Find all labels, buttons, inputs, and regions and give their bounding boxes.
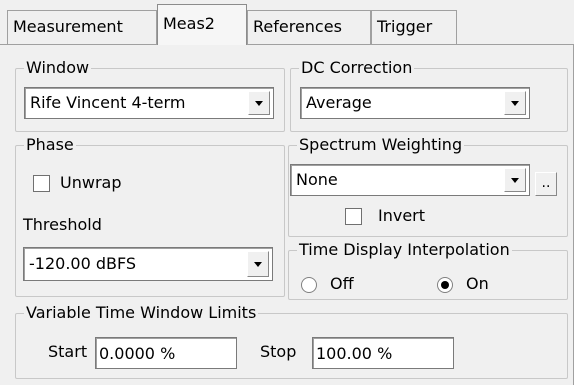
chevron-down-icon	[254, 262, 262, 267]
tab-references[interactable]: References	[247, 10, 371, 44]
start-input[interactable]	[95, 337, 237, 369]
stop-label: Stop	[260, 342, 297, 361]
spectrum-weighting-dropdown-button[interactable]	[504, 168, 526, 192]
threshold-label: Threshold	[23, 215, 102, 234]
tab-trigger[interactable]: Trigger	[371, 10, 457, 44]
unwrap-checkbox[interactable]	[33, 175, 50, 192]
spectrum-weighting-value: None	[296, 170, 338, 189]
unwrap-label: Unwrap	[60, 173, 122, 192]
window-legend: Window	[24, 58, 92, 78]
window-select-value: Rife Vincent 4-term	[30, 93, 186, 112]
dc-correction-value: Average	[306, 93, 372, 112]
window-select[interactable]: Rife Vincent 4-term	[24, 87, 274, 119]
tab-strip-baseline	[0, 44, 574, 45]
variable-time-window-limits-legend: Variable Time Window Limits	[24, 303, 259, 323]
threshold-value: -120.00 dBFS	[29, 254, 137, 273]
tab-meas2[interactable]: Meas2	[157, 4, 247, 45]
radio-dot-icon	[441, 281, 449, 289]
start-label: Start	[48, 342, 88, 361]
spectrum-weighting-legend: Spectrum Weighting	[297, 135, 465, 155]
chevron-down-icon	[511, 101, 519, 106]
interp-off-radio[interactable]	[301, 277, 317, 293]
threshold-select[interactable]: -120.00 dBFS	[23, 247, 273, 281]
interp-on-radio[interactable]	[437, 277, 453, 293]
invert-checkbox[interactable]	[345, 208, 362, 225]
spectrum-weighting-more-button[interactable]: ..	[535, 172, 557, 196]
tab-measurement[interactable]: Measurement	[7, 10, 157, 44]
chevron-down-icon	[255, 101, 263, 106]
stop-input[interactable]	[312, 337, 454, 369]
chevron-down-icon	[511, 178, 519, 183]
threshold-dropdown-button[interactable]	[247, 251, 269, 277]
interp-off-label: Off	[330, 274, 354, 293]
invert-label: Invert	[378, 206, 426, 225]
window-dropdown-button[interactable]	[248, 91, 270, 115]
spectrum-weighting-select[interactable]: None	[290, 164, 530, 196]
dc-correction-dropdown-button[interactable]	[504, 91, 526, 115]
time-display-interpolation-legend: Time Display Interpolation	[297, 240, 512, 260]
interp-on-label: On	[466, 274, 489, 293]
phase-legend: Phase	[24, 135, 76, 155]
dc-correction-select[interactable]: Average	[300, 87, 530, 119]
dc-correction-legend: DC Correction	[299, 58, 415, 78]
